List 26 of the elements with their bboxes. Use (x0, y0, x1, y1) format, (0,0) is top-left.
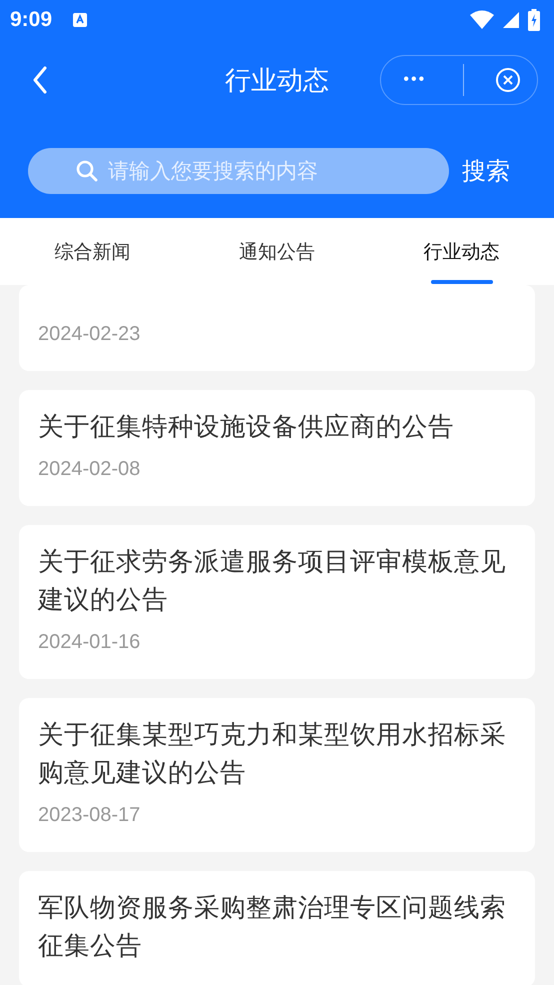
article-title: 关于征求劳务派遣服务项目评审模板意见建议的公告 (38, 546, 507, 617)
tab[interactable]: 通知公告 (184, 218, 370, 285)
back-icon (32, 66, 48, 94)
article-date: 2024-01-16 (38, 630, 142, 655)
search-button[interactable]: 搜索 (462, 151, 510, 191)
article-title: 军队物资服务采购整肃治理专区问题线索征集公告 (38, 892, 507, 963)
status-time: 9:09 (10, 8, 52, 32)
tab[interactable]: 综合新闻 (0, 218, 185, 285)
more-button[interactable]: ••• (395, 67, 434, 93)
article-title: 关于征集某型巧克力和某型饮用水招标采购意见建议的公告 (38, 719, 507, 790)
signal-icon (502, 11, 520, 29)
article-card[interactable]: 军队物资服务采购整肃治理专区问题线索征集公告 (19, 871, 535, 985)
search-icon (76, 160, 98, 182)
notification-icon (72, 12, 88, 28)
page-title: 行业动态 (225, 64, 329, 98)
article-card[interactable]: 关于征求劳务派遣服务项目评审模板意见建议的公告 2024-01-16 (19, 525, 535, 679)
article-card[interactable]: 关于征集某型巧克力和某型饮用水招标采购意见建议的公告 2023-08-17 (19, 698, 535, 852)
battery-icon (528, 9, 540, 31)
search-field[interactable]: 请输入您要搜索的内容 (28, 148, 449, 194)
article-date: 2024-02-08 (38, 457, 142, 482)
article-date: 2024-02-23 (38, 322, 142, 347)
article-card[interactable]: 关于征集特种设施设备供应商的公告 2024-02-08 (19, 390, 535, 506)
wifi-icon (470, 10, 494, 30)
tab[interactable]: 行业动态 (369, 218, 554, 285)
article-title: 关于征集特种设施设备供应商的公告 (38, 411, 455, 444)
article-date: 2023-08-17 (38, 803, 142, 828)
